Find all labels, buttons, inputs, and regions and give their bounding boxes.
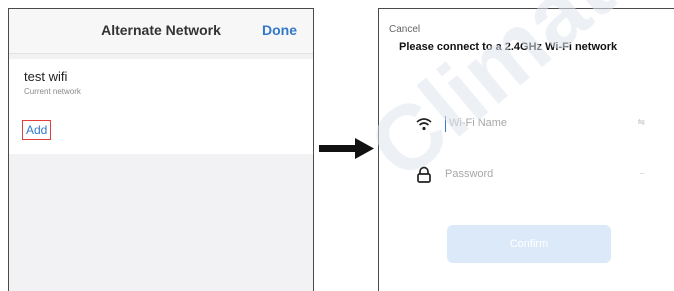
- show-password-icon[interactable]: ⌣: [639, 168, 645, 179]
- nav-bar: Alternate Network Done: [9, 9, 313, 54]
- cancel-button[interactable]: Cancel: [389, 24, 420, 35]
- password-placeholder: Password: [445, 168, 494, 180]
- wifi-name-field[interactable]: Wi-Fi Name ⇋: [415, 113, 645, 137]
- add-network-button[interactable]: Add: [22, 120, 52, 140]
- lock-icon: [417, 166, 431, 183]
- confirm-button[interactable]: Confirm: [447, 225, 611, 263]
- arrow-right-icon: [319, 138, 374, 159]
- connect-heading: Please connect to a 2.4GHz Wi-Fi network: [399, 41, 618, 53]
- done-button[interactable]: Done: [262, 22, 297, 38]
- switch-network-icon[interactable]: ⇋: [637, 117, 645, 128]
- wifi-icon: [416, 118, 432, 131]
- network-list: test wifi Current network Add: [9, 59, 313, 154]
- wifi-connect-screen: Cancel Please connect to a 2.4GHz Wi-Fi …: [378, 8, 674, 291]
- text-cursor: [445, 116, 446, 132]
- alternate-network-screen: Alternate Network Done test wifi Current…: [8, 8, 314, 291]
- network-status: Current network: [24, 87, 81, 96]
- network-name[interactable]: test wifi: [24, 69, 67, 84]
- wifi-name-placeholder: Wi-Fi Name: [449, 117, 508, 129]
- password-field[interactable]: Password ⌣: [415, 164, 645, 188]
